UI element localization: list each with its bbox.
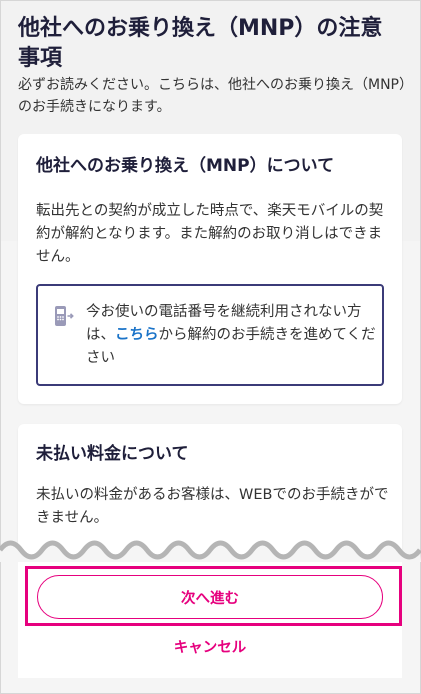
phone-arrow-icon [52, 304, 76, 328]
unpaid-card-title: 未払い料金について [36, 444, 189, 464]
cancel-notice-box: 今お使いの電話番号を継続利用されない方は、こちらから解約のお手続きを進めてくださ… [36, 284, 384, 386]
mnp-card-body: 転出先との契約が成立した時点で、楽天モバイルの契約が解約となります。また解約のお… [36, 203, 384, 265]
mnp-card: 他社へのお乗り換え（MNP）について 転出先との契約が成立した時点で、楽天モバイ… [18, 134, 402, 404]
cancel-notice-text: 今お使いの電話番号を継続利用されない方は、こちらから解約のお手続きを進めてくださ… [86, 301, 376, 370]
mnp-card-title: 他社へのお乗り換え（MNP）について [36, 156, 335, 176]
unpaid-card-body: 未払いの料金があるお客様は、WEBでのお手続きができません。 [36, 487, 389, 526]
cancel-button[interactable]: キャンセル [18, 636, 402, 657]
page-subtitle: 必ずお読みください。こちらは、他社へのお乗り換え（MNP）のお手続きになります。 [18, 77, 406, 115]
wave-divider [0, 540, 421, 562]
cancellation-link[interactable]: こちら [115, 327, 159, 343]
next-button[interactable]: 次へ進む [37, 575, 383, 619]
page-title: 他社へのお乗り換え（MNP）の注意事項 [18, 16, 383, 71]
